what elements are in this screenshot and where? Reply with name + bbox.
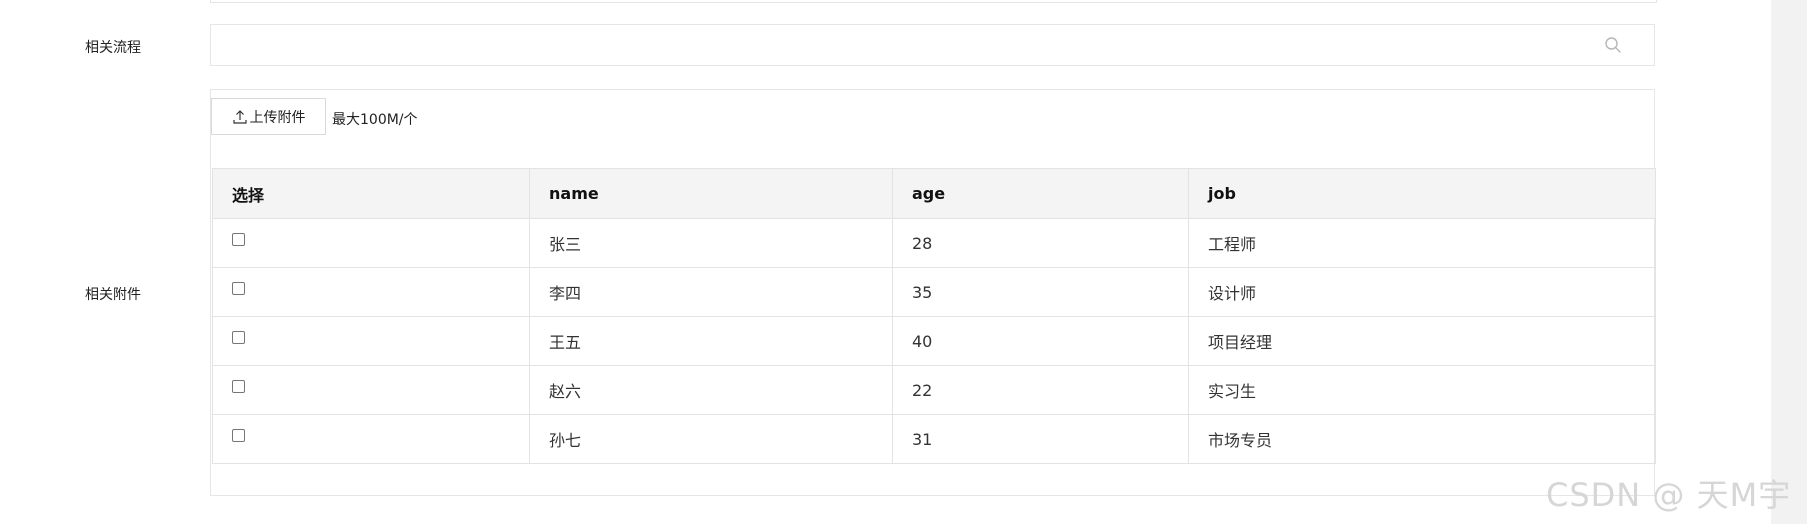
name-cell: 孙七 bbox=[529, 414, 893, 464]
related-flow-label: 相关流程 bbox=[85, 40, 141, 56]
select-cell bbox=[212, 218, 530, 268]
upload-attachment-button[interactable]: 上传附件 bbox=[211, 98, 326, 135]
table-row: 赵六 22 实习生 bbox=[212, 365, 1656, 415]
age-cell: 40 bbox=[892, 316, 1189, 366]
column-header-name: name bbox=[529, 168, 893, 219]
row-checkbox[interactable] bbox=[232, 330, 245, 344]
attachments-table: 选择 name age job 张三 28 工程师 李四 35 设计师 王五 4… bbox=[212, 168, 1656, 464]
row-checkbox[interactable] bbox=[232, 281, 245, 295]
table-row: 张三 28 工程师 bbox=[212, 218, 1656, 268]
select-cell bbox=[212, 316, 530, 366]
column-header-job: job bbox=[1188, 168, 1656, 219]
job-cell: 项目经理 bbox=[1188, 316, 1656, 366]
table-row: 王五 40 项目经理 bbox=[212, 316, 1656, 366]
scrollbar-track[interactable] bbox=[1771, 0, 1807, 524]
row-checkbox[interactable] bbox=[232, 428, 245, 442]
attachments-panel: 上传附件 最大100M/个 选择 name age job 张三 28 工程师 … bbox=[210, 89, 1656, 496]
watermark: CSDN @ 天M宇 bbox=[1546, 476, 1792, 514]
column-header-select: 选择 bbox=[212, 168, 530, 219]
name-cell: 赵六 bbox=[529, 365, 893, 415]
upload-attachment-label: 上传附件 bbox=[249, 109, 306, 126]
name-cell: 张三 bbox=[529, 218, 893, 268]
job-cell: 设计师 bbox=[1188, 267, 1656, 317]
row-checkbox[interactable] bbox=[232, 379, 245, 393]
age-cell: 31 bbox=[892, 414, 1189, 464]
name-cell: 李四 bbox=[529, 267, 893, 317]
table-row: 孙七 31 市场专员 bbox=[212, 414, 1656, 464]
age-cell: 28 bbox=[892, 218, 1189, 268]
select-cell bbox=[212, 267, 530, 317]
table-header-row: 选择 name age job bbox=[212, 168, 1656, 219]
column-header-age: age bbox=[892, 168, 1189, 219]
page: 相关流程 相关附件 上传附件 最大100M/个 选择 name age job … bbox=[0, 0, 1807, 524]
job-cell: 实习生 bbox=[1188, 365, 1656, 415]
select-cell bbox=[212, 365, 530, 415]
name-cell: 王五 bbox=[529, 316, 893, 366]
job-cell: 工程师 bbox=[1188, 218, 1656, 268]
age-cell: 22 bbox=[892, 365, 1189, 415]
upload-size-hint: 最大100M/个 bbox=[332, 112, 418, 128]
select-cell bbox=[212, 414, 530, 464]
upload-icon bbox=[232, 109, 247, 124]
job-cell: 市场专员 bbox=[1188, 414, 1656, 464]
age-cell: 35 bbox=[892, 267, 1189, 317]
previous-field-box bbox=[210, 0, 1657, 3]
search-icon[interactable] bbox=[1604, 36, 1622, 54]
row-checkbox[interactable] bbox=[232, 232, 245, 246]
table-row: 李四 35 设计师 bbox=[212, 267, 1656, 317]
related-attachments-label: 相关附件 bbox=[85, 287, 141, 303]
related-flow-input[interactable] bbox=[210, 24, 1655, 66]
